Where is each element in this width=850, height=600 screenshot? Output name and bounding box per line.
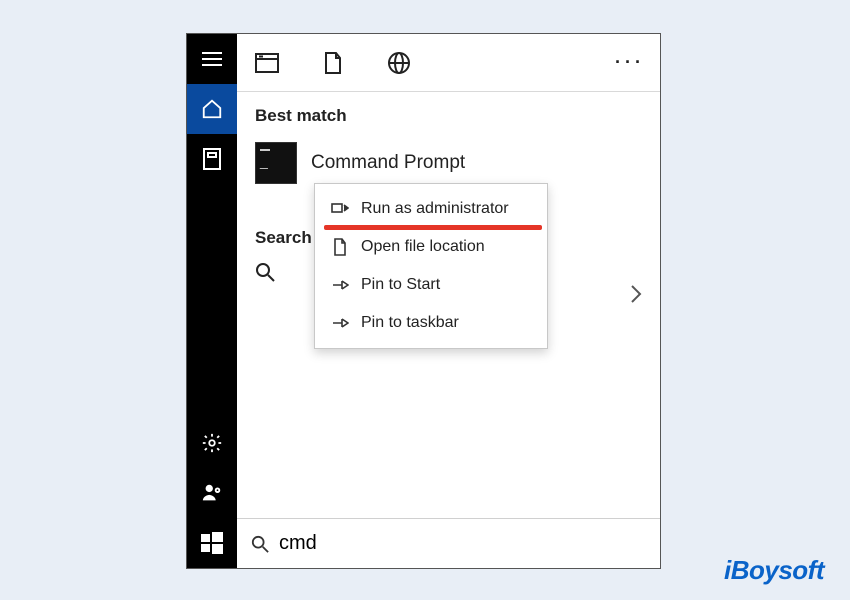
- result-title: Command Prompt: [311, 152, 465, 174]
- search-heading-text: Search: [255, 228, 312, 247]
- web-tab-icon[interactable]: [375, 39, 423, 87]
- ctx-pin-to-start[interactable]: Pin to Start: [315, 266, 547, 304]
- search-query-text: cmd: [279, 532, 317, 555]
- hamburger-button[interactable]: [187, 34, 237, 84]
- best-match-heading: Best match: [255, 106, 642, 126]
- left-rail: [187, 34, 237, 568]
- home-icon[interactable]: [187, 84, 237, 134]
- watermark-logo: iBoysoft: [724, 555, 824, 586]
- highlight-underline: [324, 225, 542, 230]
- chevron-right-icon[interactable]: [630, 284, 642, 304]
- windows-start-icon[interactable]: [187, 518, 237, 568]
- document-icon[interactable]: [187, 134, 237, 184]
- search-icon: [251, 535, 269, 553]
- documents-tab-icon[interactable]: [309, 39, 357, 87]
- settings-icon[interactable]: [187, 418, 237, 468]
- account-icon[interactable]: [187, 468, 237, 518]
- apps-tab-icon[interactable]: [243, 39, 291, 87]
- search-bar[interactable]: cmd: [237, 518, 660, 568]
- ctx-open-file-location-label: Open file location: [361, 238, 485, 256]
- more-tabs-button[interactable]: ···: [606, 39, 654, 87]
- shield-icon: [331, 201, 349, 217]
- command-prompt-icon: [255, 142, 297, 184]
- ctx-run-as-admin-label: Run as administrator: [361, 200, 509, 218]
- result-command-prompt[interactable]: Command Prompt: [255, 142, 642, 184]
- ctx-pin-to-taskbar[interactable]: Pin to taskbar: [315, 304, 547, 342]
- file-location-icon: [331, 238, 349, 256]
- pin-taskbar-icon: [331, 316, 349, 330]
- ctx-open-file-location[interactable]: Open file location: [315, 228, 547, 266]
- ctx-pin-to-taskbar-label: Pin to taskbar: [361, 314, 459, 332]
- pin-icon: [331, 278, 349, 292]
- tab-bar: ···: [237, 34, 660, 92]
- ctx-run-as-admin[interactable]: Run as administrator: [315, 190, 547, 228]
- context-menu: Run as administrator Open file location …: [314, 183, 548, 349]
- ctx-pin-to-start-label: Pin to Start: [361, 276, 440, 294]
